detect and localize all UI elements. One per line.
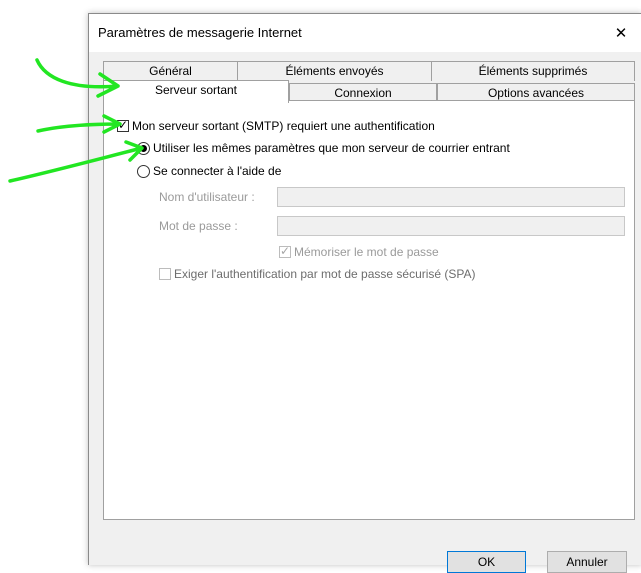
checkmark-icon: ✓ (118, 118, 129, 132)
login-with-radio[interactable] (137, 164, 150, 178)
close-button[interactable]: ✕ (600, 14, 641, 52)
cancel-button[interactable]: Annuler (547, 551, 627, 573)
password-row: Mot de passe : (159, 219, 238, 233)
tab-connection[interactable]: Connexion (289, 83, 437, 101)
login-with-option[interactable]: Se connecter à l'aide de (137, 164, 281, 178)
close-icon: ✕ (614, 25, 628, 42)
remember-password-label: Mémoriser le mot de passe (294, 245, 439, 259)
username-row: Nom d'utilisateur : (159, 190, 255, 204)
spa-label: Exiger l'authentification par mot de pas… (174, 267, 476, 281)
tab-sent-items[interactable]: Éléments envoyés (237, 61, 432, 81)
smtp-auth-label: Mon serveur sortant (SMTP) requiert une … (132, 119, 435, 133)
outgoing-server-panel: ✓ Mon serveur sortant (SMTP) requiert un… (103, 100, 635, 520)
same-settings-radio[interactable] (137, 141, 150, 155)
smtp-auth-checkbox[interactable]: ✓ (117, 118, 129, 132)
password-input[interactable] (277, 216, 625, 236)
spa-checkbox[interactable] (159, 268, 171, 280)
radio-dot-icon (140, 144, 147, 152)
internet-email-settings-dialog: Paramètres de messagerie Internet ✕ Géné… (88, 13, 641, 573)
login-with-label: Se connecter à l'aide de (153, 164, 282, 178)
dialog-title: Paramètres de messagerie Internet (98, 25, 302, 40)
username-label: Nom d'utilisateur : (159, 190, 255, 204)
username-input[interactable] (277, 187, 625, 207)
ok-button[interactable]: OK (447, 551, 526, 573)
same-settings-option[interactable]: Utiliser les mêmes paramètres que mon se… (137, 141, 510, 155)
tab-advanced-options[interactable]: Options avancées (437, 83, 635, 101)
checkmark-icon: ✓ (280, 244, 291, 258)
tab-outgoing-server[interactable]: Serveur sortant (103, 80, 289, 103)
spa-option[interactable]: Exiger l'authentification par mot de pas… (159, 267, 476, 281)
tab-deleted-items[interactable]: Éléments supprimés (431, 61, 635, 81)
tab-general[interactable]: Général (103, 61, 238, 81)
smtp-auth-option[interactable]: ✓ Mon serveur sortant (SMTP) requiert un… (117, 118, 435, 133)
title-bar: Paramètres de messagerie Internet ✕ (89, 14, 641, 52)
remember-password-checkbox[interactable]: ✓ (279, 244, 291, 258)
password-label: Mot de passe : (159, 219, 238, 233)
remember-password-option[interactable]: ✓ Mémoriser le mot de passe (279, 244, 439, 259)
same-settings-label: Utiliser les mêmes paramètres que mon se… (153, 141, 510, 155)
